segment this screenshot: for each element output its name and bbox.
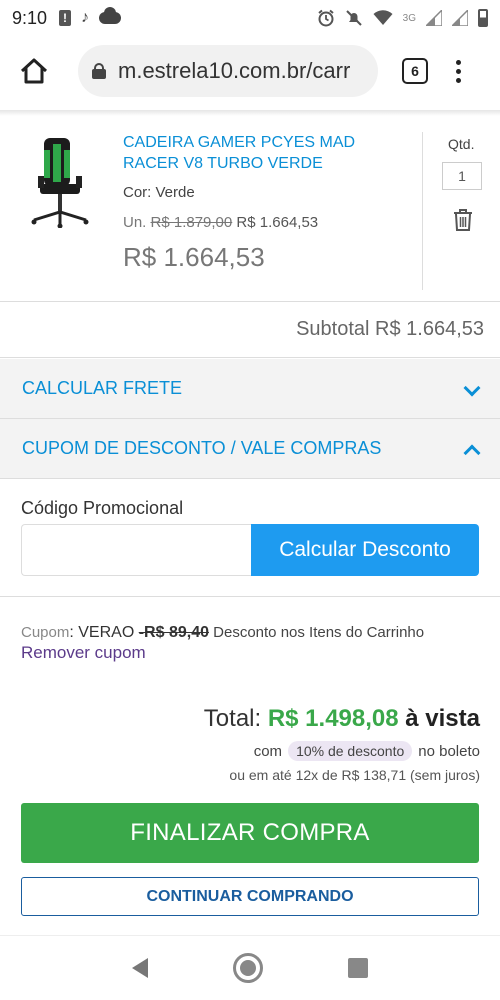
calculate-freight-accordion[interactable]: CALCULAR FRETE bbox=[0, 359, 500, 419]
boleto-discount: com 10% de desconto no boleto bbox=[254, 741, 480, 761]
wifi-icon bbox=[373, 10, 393, 25]
total-suffix: à vista bbox=[398, 705, 480, 732]
installments-info: ou em até 12x de R$ 138,71 (sem juros) bbox=[229, 767, 480, 783]
continue-shopping-button[interactable]: CONTINUAR COMPRANDO bbox=[21, 877, 479, 916]
android-nav-bar bbox=[0, 935, 500, 1000]
coupon-discount: -R$ 89,40 bbox=[138, 624, 209, 641]
coupon-accordion[interactable]: CUPOM DE DESCONTO / VALE COMPRAS bbox=[0, 419, 500, 479]
calculate-discount-button[interactable]: Calcular Desconto bbox=[251, 524, 479, 576]
alarm-icon bbox=[318, 9, 334, 27]
discount-prefix: com bbox=[253, 742, 283, 760]
quantity-input[interactable]: 1 bbox=[442, 162, 482, 190]
tab-switcher-button[interactable]: 6 bbox=[402, 58, 428, 84]
subtotal: Subtotal R$ 1.664,53 bbox=[0, 302, 500, 358]
cloud-icon bbox=[99, 7, 122, 24]
home-button[interactable] bbox=[12, 49, 56, 93]
coupon-code: : VERAO bbox=[69, 624, 139, 641]
coupon-label: Cupom bbox=[21, 624, 70, 641]
unit-prefix: Un. bbox=[123, 214, 147, 231]
trash-icon[interactable] bbox=[452, 208, 474, 232]
chevron-down-icon bbox=[464, 382, 478, 396]
product-color: Cor: Verde bbox=[123, 184, 195, 201]
quantity-label: Qtd. bbox=[448, 136, 475, 152]
url-bar[interactable]: m.estrela10.com.br/carr bbox=[78, 45, 378, 97]
unit-price: Un. R$ 1.879,00 R$ 1.664,53 bbox=[123, 214, 318, 231]
back-icon[interactable] bbox=[132, 958, 149, 978]
browser-toolbar: m.estrela10.com.br/carr 6 bbox=[0, 36, 500, 106]
divider bbox=[0, 596, 500, 597]
accordion-freight-label: CALCULAR FRETE bbox=[22, 378, 183, 398]
product-name-link[interactable]: CADEIRA GAMER PCYES MAD RACER V8 TURBO V… bbox=[123, 132, 413, 174]
chevron-up-icon bbox=[464, 442, 478, 456]
total-label: Total: bbox=[203, 705, 268, 732]
battery-icon bbox=[478, 9, 488, 27]
lock-icon bbox=[92, 63, 106, 79]
tiktok-icon: ♪ bbox=[81, 9, 90, 26]
promo-code-input[interactable] bbox=[21, 524, 252, 576]
accordion-coupon-label: CUPOM DE DESCONTO / VALE COMPRAS bbox=[22, 438, 382, 458]
cart-item: CADEIRA GAMER PCYES MAD RACER V8 TURBO V… bbox=[0, 118, 500, 302]
total-amount: R$ 1.498,08 bbox=[267, 705, 399, 732]
product-image[interactable] bbox=[30, 136, 90, 228]
mute-bell-icon bbox=[345, 10, 362, 26]
status-bar: 9:10 ! ♪ 3G bbox=[0, 0, 500, 36]
discount-suffix: no boleto bbox=[418, 742, 480, 760]
discount-badge: 10% de desconto bbox=[288, 741, 413, 761]
browser-menu-button[interactable] bbox=[456, 59, 461, 83]
applied-coupon: Cupom: VERAO -R$ 89,40 Desconto nos Iten… bbox=[21, 624, 424, 642]
home-circle-icon[interactable] bbox=[232, 953, 263, 983]
signal-icon-2 bbox=[452, 10, 468, 26]
divider bbox=[422, 132, 423, 290]
coupon-description: Desconto nos Itens do Carrinho bbox=[208, 624, 425, 641]
toolbar-divider bbox=[0, 110, 500, 116]
recent-apps-icon[interactable] bbox=[347, 958, 368, 978]
unit-new-price: R$ 1.664,53 bbox=[236, 214, 319, 231]
line-total-price: R$ 1.664,53 bbox=[123, 242, 265, 272]
status-time: 9:10 bbox=[12, 7, 48, 28]
promo-code-label: Código Promocional bbox=[21, 498, 184, 518]
url-text: m.estrela10.com.br/carr bbox=[118, 58, 351, 83]
unit-old-price: R$ 1.879,00 bbox=[150, 214, 233, 231]
signal-icon bbox=[426, 10, 442, 26]
finalize-purchase-button[interactable]: FINALIZAR COMPRA bbox=[21, 803, 479, 863]
network-type: 3G bbox=[402, 12, 416, 24]
remove-coupon-link[interactable]: Remover cupom bbox=[21, 643, 146, 663]
home-icon bbox=[20, 58, 48, 84]
order-total: Total: R$ 1.498,08 à vista bbox=[204, 705, 480, 733]
alert-icon: ! bbox=[59, 10, 72, 26]
